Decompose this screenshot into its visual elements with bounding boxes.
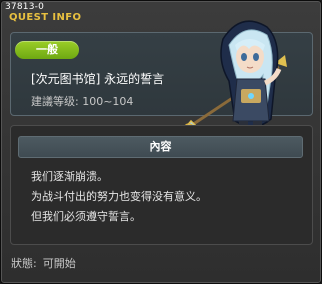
content-line-2: 为战斗付出的努力也变得没有意义。 [31,190,207,203]
quest-info-window: 37813-0 QUEST INFO 一般 [次元图书馆] 永远的誓言 建議等级… [0,0,322,284]
window-title: QUEST INFO [9,12,82,23]
content-line-1: 我们逐渐崩溃。 [31,170,108,183]
quest-id: 37813-0 [5,2,45,12]
status-value: 可開始 [42,257,76,270]
quest-status: 狀態: 可開始 [11,255,76,271]
level-requirement: 建議等级: 100~104 [31,95,134,108]
content-line-3: 但我们必须遵守誓言。 [31,210,141,223]
quest-name: [次元图书馆] 永远的誓言 [31,72,165,86]
status-label: 狀態: [11,257,37,270]
quest-category-badge: 一般 [15,41,79,59]
content-header: 內容 [18,136,303,158]
